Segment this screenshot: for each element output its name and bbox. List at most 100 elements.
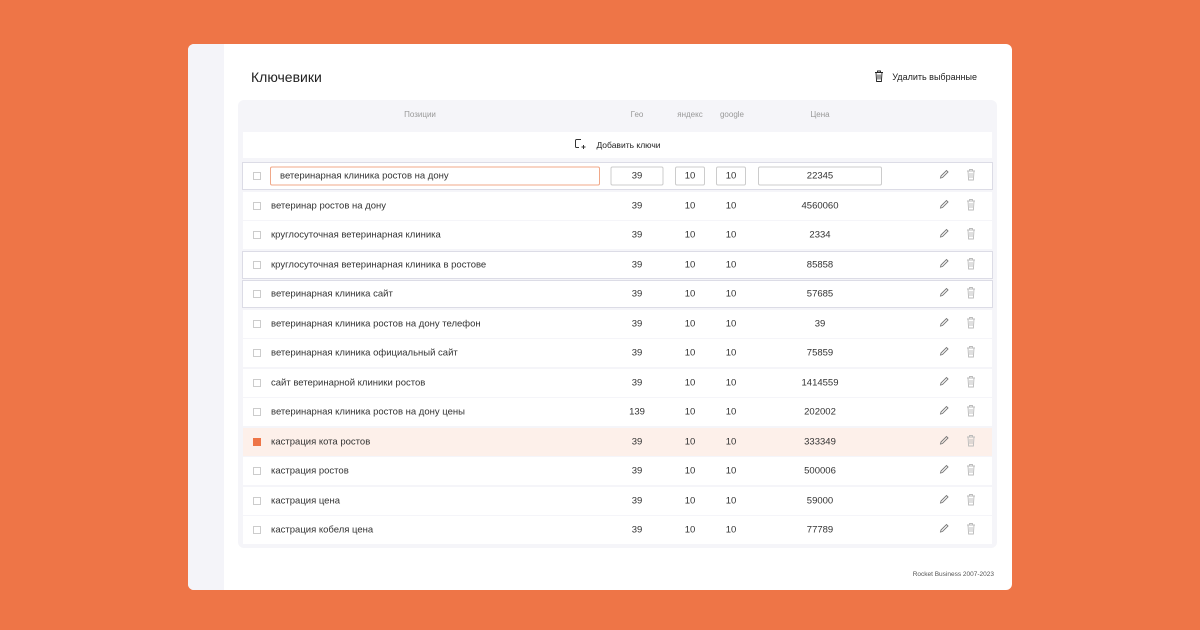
geo: 39 (631, 377, 643, 388)
header-geo: Гео (630, 110, 644, 119)
edit-icon[interactable] (939, 258, 950, 272)
table-row[interactable]: кастрация цена 39 10 10 59000 (243, 486, 992, 515)
geo: 39 (631, 229, 643, 241)
header-price: Цена (810, 110, 830, 119)
delete-row-icon[interactable] (966, 523, 977, 538)
delete-row-icon[interactable] (966, 287, 977, 302)
header-yandex: яндекс (677, 110, 703, 119)
geo: 39 (631, 436, 643, 447)
row-checkbox[interactable] (253, 378, 261, 387)
row-checkbox[interactable] (253, 231, 261, 239)
delete-row-icon[interactable] (966, 198, 977, 213)
keyword: круглосуточная ветеринарная клиника в ро… (271, 259, 487, 270)
google-position: 10 (725, 318, 737, 329)
delete-row-icon[interactable] (966, 169, 977, 184)
geo: 139 (629, 406, 645, 418)
delete-row-icon[interactable] (966, 375, 977, 390)
geo-value: 39 (631, 170, 643, 182)
row-checkbox[interactable] (253, 201, 261, 210)
google-position: 10 (725, 347, 737, 359)
edit-icon[interactable] (939, 317, 950, 331)
delete-row-icon[interactable] (966, 493, 977, 508)
google-position: 10 (725, 259, 737, 270)
delete-row-icon[interactable] (966, 228, 977, 243)
yandex-position: 10 (684, 406, 696, 418)
geo-input[interactable]: 39 (610, 166, 664, 186)
google-value: 10 (725, 170, 737, 182)
price: 75859 (806, 347, 834, 359)
edit-icon[interactable] (939, 376, 950, 390)
price: 77789 (806, 524, 834, 536)
edit-icon[interactable] (939, 405, 950, 419)
yandex-position: 10 (684, 347, 696, 359)
table-row[interactable]: круглосуточная ветеринарная клиника в ро… (242, 250, 993, 279)
keyword: сайт ветеринарной клиники ростов (271, 377, 426, 388)
row-checkbox[interactable] (253, 290, 261, 298)
row-checkbox[interactable] (253, 319, 261, 328)
delete-row-icon[interactable] (966, 316, 977, 331)
delete-row-icon[interactable] (966, 405, 977, 420)
row-checkbox[interactable] (253, 437, 261, 446)
delete-row-icon[interactable] (966, 257, 977, 272)
geo: 39 (631, 259, 643, 270)
delete-selected-label: Удалить выбранные (892, 72, 977, 82)
edit-icon[interactable] (939, 523, 950, 537)
price-input[interactable]: 22345 (758, 166, 882, 186)
row-checkbox[interactable] (253, 260, 261, 269)
yandex-position: 10 (684, 377, 696, 388)
google-input[interactable]: 10 (716, 166, 746, 186)
yandex-position: 10 (684, 495, 696, 506)
table-row[interactable]: ветеринарная клиника сайт 39 10 10 57685 (242, 280, 993, 308)
delete-row-icon[interactable] (966, 464, 977, 479)
table-row[interactable]: ветеринарная клиника ростов на дону теле… (243, 309, 992, 338)
google-position: 10 (725, 524, 737, 536)
yandex-position: 10 (684, 288, 696, 300)
row-checkbox[interactable] (253, 526, 261, 534)
table-row[interactable]: круглосуточная ветеринарная клиника 39 1… (243, 221, 992, 249)
keywords-card: Ключевики Удалить выбранные Позиции Гео … (188, 44, 1012, 590)
geo: 39 (631, 318, 643, 329)
keywords-table: Позиции Гео яндекс google Цена Добавить … (238, 100, 997, 548)
geo: 39 (631, 288, 643, 300)
table-row[interactable]: сайт ветеринарной клиники ростов 39 10 1… (243, 368, 992, 397)
delete-row-icon[interactable] (966, 434, 977, 449)
row-checkbox[interactable] (253, 349, 261, 357)
edit-icon[interactable] (939, 435, 950, 449)
table-row[interactable]: ветеринарная клиника ростов на дону 39 1… (242, 162, 993, 190)
table-row[interactable]: ветеринарная клиника ростов на дону цены… (243, 398, 992, 426)
price: 57685 (806, 288, 834, 300)
edit-icon[interactable] (939, 228, 950, 242)
delete-selected-button[interactable]: Удалить выбранные (874, 70, 977, 84)
row-checkbox[interactable] (253, 467, 261, 475)
table-row[interactable]: кастрация ростов 39 10 10 500006 (243, 457, 992, 485)
edit-icon[interactable] (939, 494, 950, 508)
edit-icon[interactable] (939, 287, 950, 301)
edit-icon[interactable] (939, 346, 950, 360)
keyword-input[interactable]: ветеринарная клиника ростов на дону (270, 166, 600, 186)
keyword: круглосуточная ветеринарная клиника (271, 229, 441, 241)
add-keys-button[interactable]: Добавить ключи (243, 132, 992, 158)
yandex-position: 10 (684, 229, 696, 241)
row-checkbox[interactable] (253, 408, 261, 416)
price: 59000 (806, 495, 834, 506)
yandex-position: 10 (684, 200, 696, 211)
row-checkbox[interactable] (253, 172, 261, 180)
edit-icon[interactable] (939, 169, 950, 183)
price: 85858 (806, 259, 834, 270)
edit-icon[interactable] (939, 464, 950, 478)
yandex-input[interactable]: 10 (675, 166, 705, 186)
geo: 39 (631, 465, 643, 477)
delete-row-icon[interactable] (966, 346, 977, 361)
table-row[interactable]: ветеринар ростов на дону 39 10 10 456006… (243, 191, 992, 220)
keyword: ветеринарная клиника ростов на дону цены (271, 406, 465, 418)
table-row[interactable]: кастрация кобеля цена 39 10 10 77789 (243, 516, 992, 544)
keyword: ветеринарная клиника ростов на дону теле… (271, 318, 481, 329)
price: 4560060 (801, 200, 839, 211)
table-row[interactable]: ветеринарная клиника официальный сайт 39… (243, 339, 992, 367)
geo: 39 (631, 495, 643, 506)
price: 39 (814, 318, 826, 329)
row-checkbox[interactable] (253, 496, 261, 505)
table-row[interactable]: кастрация кота ростов 39 10 10 333349 (243, 427, 992, 456)
edit-icon[interactable] (939, 199, 950, 213)
yandex-value: 10 (684, 170, 696, 182)
